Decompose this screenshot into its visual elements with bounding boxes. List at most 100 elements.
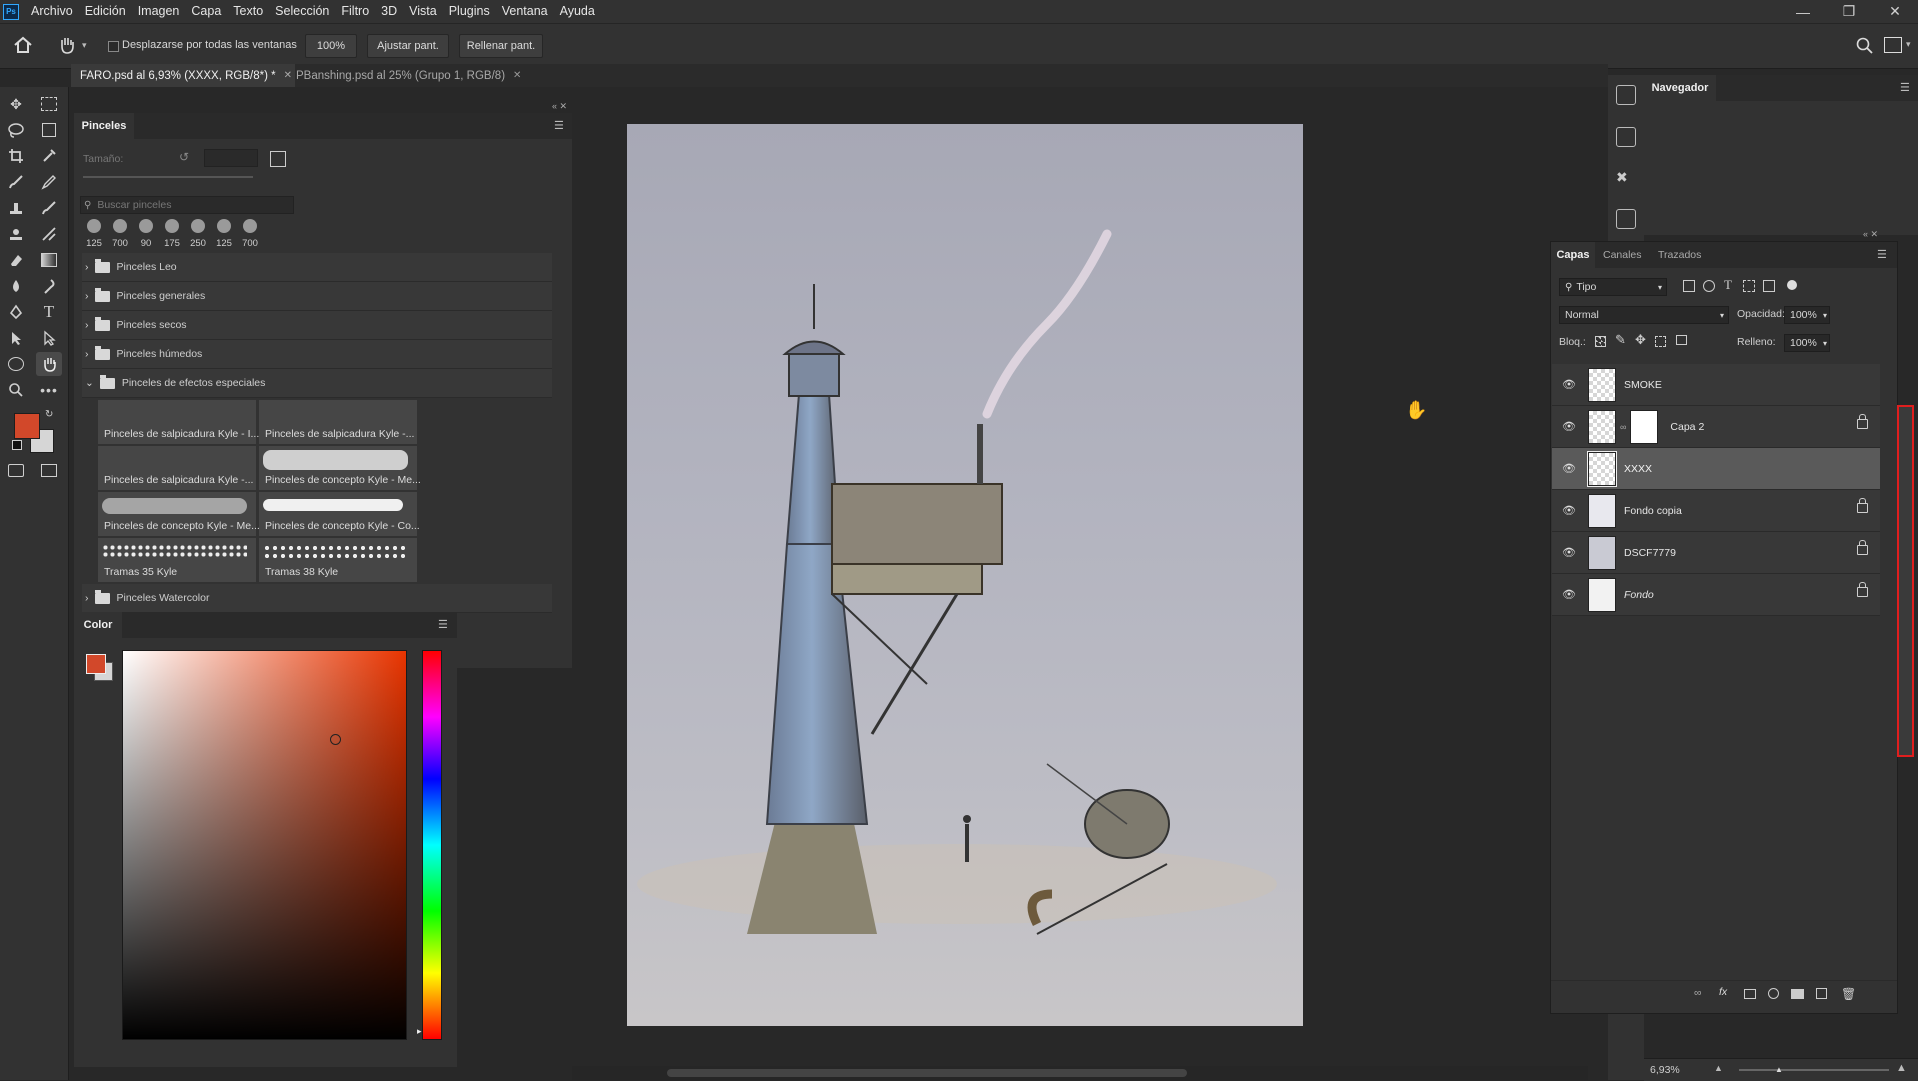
panel-menu-icon[interactable]: ☰ [438, 618, 448, 631]
layers-scrollbar[interactable] [1897, 405, 1914, 757]
lasso-tool-icon[interactable] [3, 118, 29, 142]
menu-ayuda[interactable]: Ayuda [554, 0, 601, 23]
brush-folder[interactable]: › Pinceles húmedos [82, 340, 552, 369]
new-layer-icon[interactable] [1816, 988, 1827, 999]
layer-row-fondo[interactable]: 👁 Fondo [1552, 574, 1880, 616]
scrollbar-thumb[interactable] [667, 1069, 1187, 1077]
type-filter-icon[interactable]: T [1724, 277, 1732, 293]
layer-mask-thumbnail[interactable] [1630, 409, 1659, 444]
zoom-in-icon[interactable]: ▲ [1896, 1062, 1907, 1074]
size-input[interactable] [204, 149, 258, 167]
brush-tool-icon[interactable] [3, 170, 29, 194]
history-icon[interactable] [1616, 85, 1636, 105]
restore-icon[interactable]: ❐ [1826, 0, 1872, 23]
gradient-tool-icon[interactable] [36, 248, 62, 272]
default-colors-icon[interactable] [12, 440, 22, 450]
fit-screen-button[interactable]: Ajustar pant. [367, 34, 449, 58]
smudge-tool-icon[interactable] [36, 274, 62, 298]
menu-plugins[interactable]: Plugins [443, 0, 496, 23]
document-canvas[interactable] [627, 124, 1303, 1026]
adjustment-layer-icon[interactable] [1768, 988, 1779, 999]
crop-tool-icon[interactable] [3, 144, 29, 168]
eraser-tool-icon[interactable] [3, 248, 29, 272]
hand-tool-preset-icon[interactable] [56, 34, 78, 56]
home-icon[interactable] [12, 34, 34, 56]
opacity-input[interactable]: 100% ▾ [1784, 306, 1830, 324]
minimize-icon[interactable]: — [1780, 0, 1826, 23]
fill-input[interactable]: 100% ▾ [1784, 334, 1830, 352]
more-tools-icon[interactable]: ••• [36, 378, 62, 402]
link-layers-icon[interactable]: ∞ [1694, 987, 1702, 999]
layer-filter-select[interactable]: ⚲ Tipo ▾ [1559, 278, 1667, 296]
menu-capa[interactable]: Capa [185, 0, 227, 23]
layer-row-fondo-copia[interactable]: 👁 Fondo copia [1552, 490, 1880, 532]
eye-icon[interactable]: 👁 [1559, 504, 1579, 517]
tab-color[interactable]: Color [74, 612, 122, 638]
menu-texto[interactable]: Texto [227, 0, 269, 23]
trash-icon[interactable]: 🗑 [1841, 987, 1856, 1001]
menu-3d[interactable]: 3D [375, 0, 403, 23]
fx-icon[interactable]: fx [1719, 986, 1727, 998]
zoom-out-icon[interactable]: ▲ [1714, 1063, 1723, 1073]
object-selection-tool-icon[interactable] [36, 118, 62, 142]
close-icon[interactable]: ✕ [1872, 0, 1918, 23]
panel-menu-icon[interactable]: ☰ [1900, 81, 1910, 94]
color-foreground-swatch[interactable] [86, 654, 106, 674]
brush-preset[interactable]: Tramas 35 Kyle [98, 538, 256, 582]
eyedropper-tool-icon[interactable] [36, 144, 62, 168]
size-slider[interactable] [83, 176, 253, 178]
chevron-down-icon[interactable]: ▾ [82, 40, 87, 51]
type-tool-icon[interactable]: T [36, 300, 62, 324]
zoom-tool-icon[interactable] [3, 378, 29, 402]
layer-row-smoke[interactable]: 👁 SMOKE [1552, 364, 1880, 406]
shape-filter-icon[interactable] [1743, 280, 1755, 292]
recent-brush[interactable]: 175 [160, 217, 184, 249]
filter-toggle-icon[interactable] [1787, 280, 1797, 290]
clone-stamp-tool-icon[interactable] [3, 196, 29, 220]
hand-tool-icon[interactable] [36, 352, 62, 376]
zoom-slider[interactable]: ▲ [1739, 1065, 1889, 1074]
close-tab-icon[interactable]: ✕ [513, 70, 521, 81]
layer-name[interactable]: XXXX [1624, 463, 1652, 475]
tab-pinceles[interactable]: Pinceles [74, 113, 134, 141]
clone-source-icon[interactable] [1616, 127, 1636, 147]
blur-tool-icon[interactable] [3, 274, 29, 298]
tab-canales[interactable]: Canales [1603, 249, 1642, 261]
zoom-slider-handle[interactable]: ▲ [1775, 1065, 1783, 1074]
color-picker-marker[interactable] [330, 734, 341, 745]
pen-tool-icon[interactable] [3, 300, 29, 324]
lock-pixels-icon[interactable]: ✎ [1615, 332, 1626, 348]
adjustment-filter-icon[interactable] [1703, 280, 1715, 292]
brush-preset[interactable]: Pinceles de salpicadura Kyle -... [98, 446, 256, 490]
smart-object-filter-icon[interactable] [1763, 280, 1775, 292]
recent-brush[interactable]: 90 [134, 217, 158, 249]
eye-icon[interactable]: 👁 [1559, 546, 1579, 559]
history-brush-tool-icon[interactable] [36, 196, 62, 220]
quick-mask-icon[interactable] [3, 458, 29, 482]
brush-folder[interactable]: › Pinceles secos [82, 311, 552, 340]
reset-size-icon[interactable]: ↺ [179, 150, 189, 164]
recent-brush[interactable]: 700 [238, 217, 262, 249]
panel-menu-icon[interactable]: ☰ [1877, 248, 1887, 261]
zoom-100-button[interactable]: 100% [305, 34, 357, 58]
collapse-panel-icon[interactable]: « ✕ [1863, 229, 1878, 240]
horizontal-scrollbar[interactable] [572, 1066, 1588, 1080]
lock-artboard-icon[interactable] [1655, 336, 1666, 347]
path-selection-tool-icon[interactable] [3, 326, 29, 350]
recent-brush[interactable]: 700 [108, 217, 132, 249]
brush-settings-icon[interactable] [270, 151, 286, 167]
pixel-filter-icon[interactable] [1683, 280, 1695, 292]
swap-colors-icon[interactable]: ↻ [45, 409, 53, 420]
art-history-brush-icon[interactable] [36, 222, 62, 246]
brush-folder-expanded[interactable]: ⌄ Pinceles de efectos especiales [82, 369, 552, 398]
brush-preset[interactable]: Pinceles de salpicadura Kyle - I... [98, 400, 259, 444]
brush-preset[interactable]: Pinceles de salpicadura Kyle -... [259, 400, 417, 444]
zoom-readout[interactable]: 6,93% [1650, 1064, 1680, 1076]
chain-link-icon[interactable]: ∞ [1620, 422, 1626, 432]
hue-slider-handle[interactable]: ▸ [417, 1026, 422, 1037]
recent-brush[interactable]: 250 [186, 217, 210, 249]
eye-icon[interactable]: 👁 [1559, 378, 1579, 391]
new-group-icon[interactable] [1791, 989, 1804, 999]
menu-vista[interactable]: Vista [403, 0, 443, 23]
ellipse-tool-icon[interactable] [3, 352, 29, 376]
